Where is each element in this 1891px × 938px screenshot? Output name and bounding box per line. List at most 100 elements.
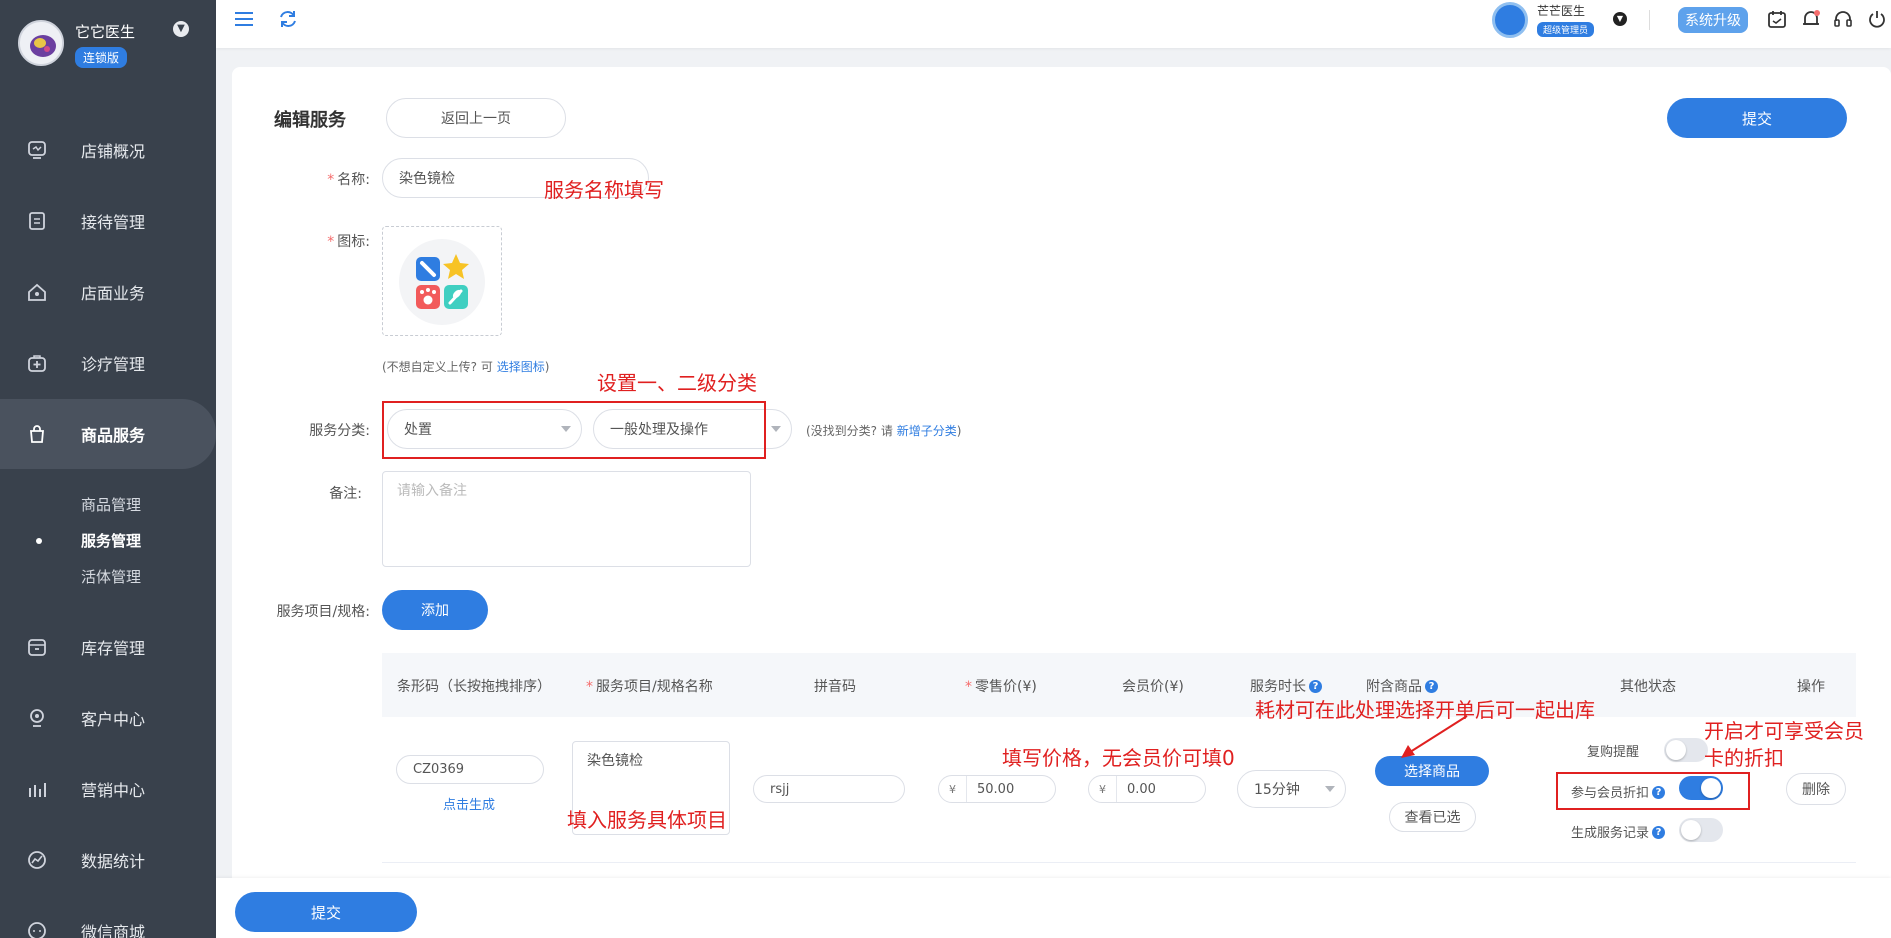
nav-item-marketing[interactable]: 营销中心 xyxy=(0,754,216,824)
annotation-price: 填写价格，无会员价可填0 xyxy=(1002,746,1235,770)
delete-button[interactable]: 删除 xyxy=(1786,773,1846,805)
repurchase-label: 复购提醒 xyxy=(1587,745,1640,760)
nav-item-store-overview[interactable]: 店铺概况 xyxy=(0,115,216,185)
annotation-box-category xyxy=(382,401,766,459)
trend-icon xyxy=(28,851,46,869)
refresh-icon[interactable] xyxy=(277,8,299,30)
th-other-status: 其他状态 xyxy=(1620,679,1676,695)
nav-label: 库存管理 xyxy=(81,639,146,658)
nav-item-wechat-mall[interactable]: 微信商城 xyxy=(0,896,216,938)
shopping-bag-icon xyxy=(30,425,44,443)
nav-item-reception[interactable]: 接待管理 xyxy=(0,186,216,256)
nav-item-store-business[interactable]: 店面业务 xyxy=(0,257,216,327)
user-avatar[interactable] xyxy=(1492,2,1528,38)
th-duration: 服务时长? xyxy=(1250,676,1322,696)
category-hint: (没找到分类? 请 新增子分类) xyxy=(806,424,962,438)
nav-label: 营销中心 xyxy=(81,781,146,800)
icon-label: * 图标: xyxy=(327,234,370,250)
help-icon[interactable]: ? xyxy=(1652,826,1666,839)
nav-label: 客户中心 xyxy=(81,710,146,729)
barcode-input[interactable]: CZ0369 xyxy=(396,755,544,784)
items-label: 服务项目/规格: xyxy=(276,604,370,620)
th-item-name: * 服务项目/规格名称 xyxy=(586,679,713,695)
nav-item-statistics[interactable]: 数据统计 xyxy=(0,825,216,895)
th-member-price: 会员价(¥) xyxy=(1122,679,1184,695)
nav-item-inventory[interactable]: 库存管理 xyxy=(0,612,216,682)
repurchase-toggle[interactable] xyxy=(1664,738,1708,762)
annotation-discount-2: 卡的折扣 xyxy=(1704,746,1784,770)
user-icon xyxy=(30,709,44,727)
menu-icon[interactable] xyxy=(233,8,255,30)
remark-textarea[interactable]: 请输入备注 xyxy=(382,471,751,567)
submit-button[interactable]: 提交 xyxy=(1667,98,1847,138)
bell-icon[interactable] xyxy=(1800,8,1822,30)
brand[interactable]: 它它医生 连锁版 ▼ xyxy=(18,18,218,78)
caret-down-icon xyxy=(1325,786,1335,792)
headset-icon[interactable] xyxy=(1832,8,1854,30)
nav-label: 诊疗管理 xyxy=(81,355,146,374)
nav-label: 数据统计 xyxy=(81,852,146,871)
choose-icon-link[interactable]: 选择图标 xyxy=(497,360,545,374)
nav-item-customer-center[interactable]: 客户中心 xyxy=(0,683,216,753)
add-item-button[interactable]: 添加 xyxy=(382,590,488,630)
annotation-name: 服务名称填写 xyxy=(544,178,664,202)
medical-kit-icon xyxy=(28,355,46,372)
nav-label: 接待管理 xyxy=(81,213,146,232)
icon-hint: (不想自定义上传? 可 选择图标) xyxy=(382,360,550,374)
th-included-goods: 附含商品? xyxy=(1366,676,1438,696)
subnav-live-animal-management[interactable]: 活体管理 xyxy=(81,566,141,587)
duration-select[interactable]: 15分钟 xyxy=(1237,770,1346,808)
nav-label: 商品服务 xyxy=(81,426,146,445)
archive-icon xyxy=(28,639,46,656)
service-icon xyxy=(399,239,485,325)
icon-uploader[interactable] xyxy=(382,226,502,336)
th-retail-price: * 零售价(¥) xyxy=(965,679,1037,695)
view-selected-button[interactable]: 查看已选 xyxy=(1389,802,1476,832)
pinyin-input[interactable]: rsjj xyxy=(753,775,905,803)
remark-label: 备注: xyxy=(329,486,362,502)
sidebar: 它它医生 连锁版 ▼ 店铺概况 接待管理 店面业务 诊疗管理 商品服务 商品管理… xyxy=(0,0,216,938)
name-label: * 名称: xyxy=(327,172,370,188)
chevron-down-icon[interactable]: ▼ xyxy=(1613,12,1627,26)
generate-barcode-link[interactable]: 点击生成 xyxy=(443,794,495,813)
user-role-badge: 超级管理员 xyxy=(1537,22,1595,37)
subnav-service-management[interactable]: 服务管理 xyxy=(81,530,141,551)
retail-price-input[interactable]: ¥50.00 xyxy=(938,775,1056,803)
bar-chart-icon xyxy=(29,783,46,797)
nav-item-diagnosis[interactable]: 诊疗管理 xyxy=(0,328,216,398)
bottom-bar xyxy=(216,878,1891,938)
brand-name: 它它医生 xyxy=(75,23,136,41)
topbar: 芒芒医生 超级管理员 ▼ 系统升级 xyxy=(216,0,1891,48)
annotation-discount-1: 开启才可享受会员 xyxy=(1704,719,1864,743)
calendar-icon[interactable] xyxy=(1766,8,1788,30)
nav-label: 店铺概况 xyxy=(81,142,146,161)
caret-down-icon xyxy=(771,426,781,432)
help-icon[interactable]: ? xyxy=(1425,680,1438,693)
annotation-category: 设置一、二级分类 xyxy=(597,371,757,395)
upgrade-button[interactable]: 系统升级 xyxy=(1678,7,1748,33)
user-name: 芒芒医生 xyxy=(1537,4,1586,18)
power-icon[interactable] xyxy=(1866,8,1888,30)
annotation-item: 填入服务具体项目 xyxy=(567,808,727,832)
currency-prefix: ¥ xyxy=(1089,776,1117,802)
th-pinyin: 拼音码 xyxy=(814,679,856,695)
category-label: 服务分类: xyxy=(309,423,370,439)
chat-icon xyxy=(28,922,46,938)
nav-label: 微信商城 xyxy=(81,923,146,938)
divider xyxy=(1649,10,1650,30)
back-button[interactable]: 返回上一页 xyxy=(386,98,566,138)
help-icon[interactable]: ? xyxy=(1309,680,1322,693)
clipboard-icon xyxy=(29,212,45,230)
chevron-down-icon[interactable]: ▼ xyxy=(173,21,189,37)
edition-badge: 连锁版 xyxy=(75,47,128,68)
nav-item-goods-services[interactable]: 商品服务 xyxy=(0,399,216,469)
gen-record-toggle[interactable] xyxy=(1679,818,1723,842)
add-subcategory-link[interactable]: 新增子分类 xyxy=(897,424,957,438)
subnav-goods-management[interactable]: 商品管理 xyxy=(81,494,141,515)
bottom-submit-button[interactable]: 提交 xyxy=(235,892,417,932)
gen-record-label: 生成服务记录? xyxy=(1571,822,1666,841)
nav-label: 店面业务 xyxy=(81,284,146,303)
th-actions: 操作 xyxy=(1797,679,1825,695)
home-icon xyxy=(28,283,46,301)
member-price-input[interactable]: ¥0.00 xyxy=(1088,775,1206,803)
